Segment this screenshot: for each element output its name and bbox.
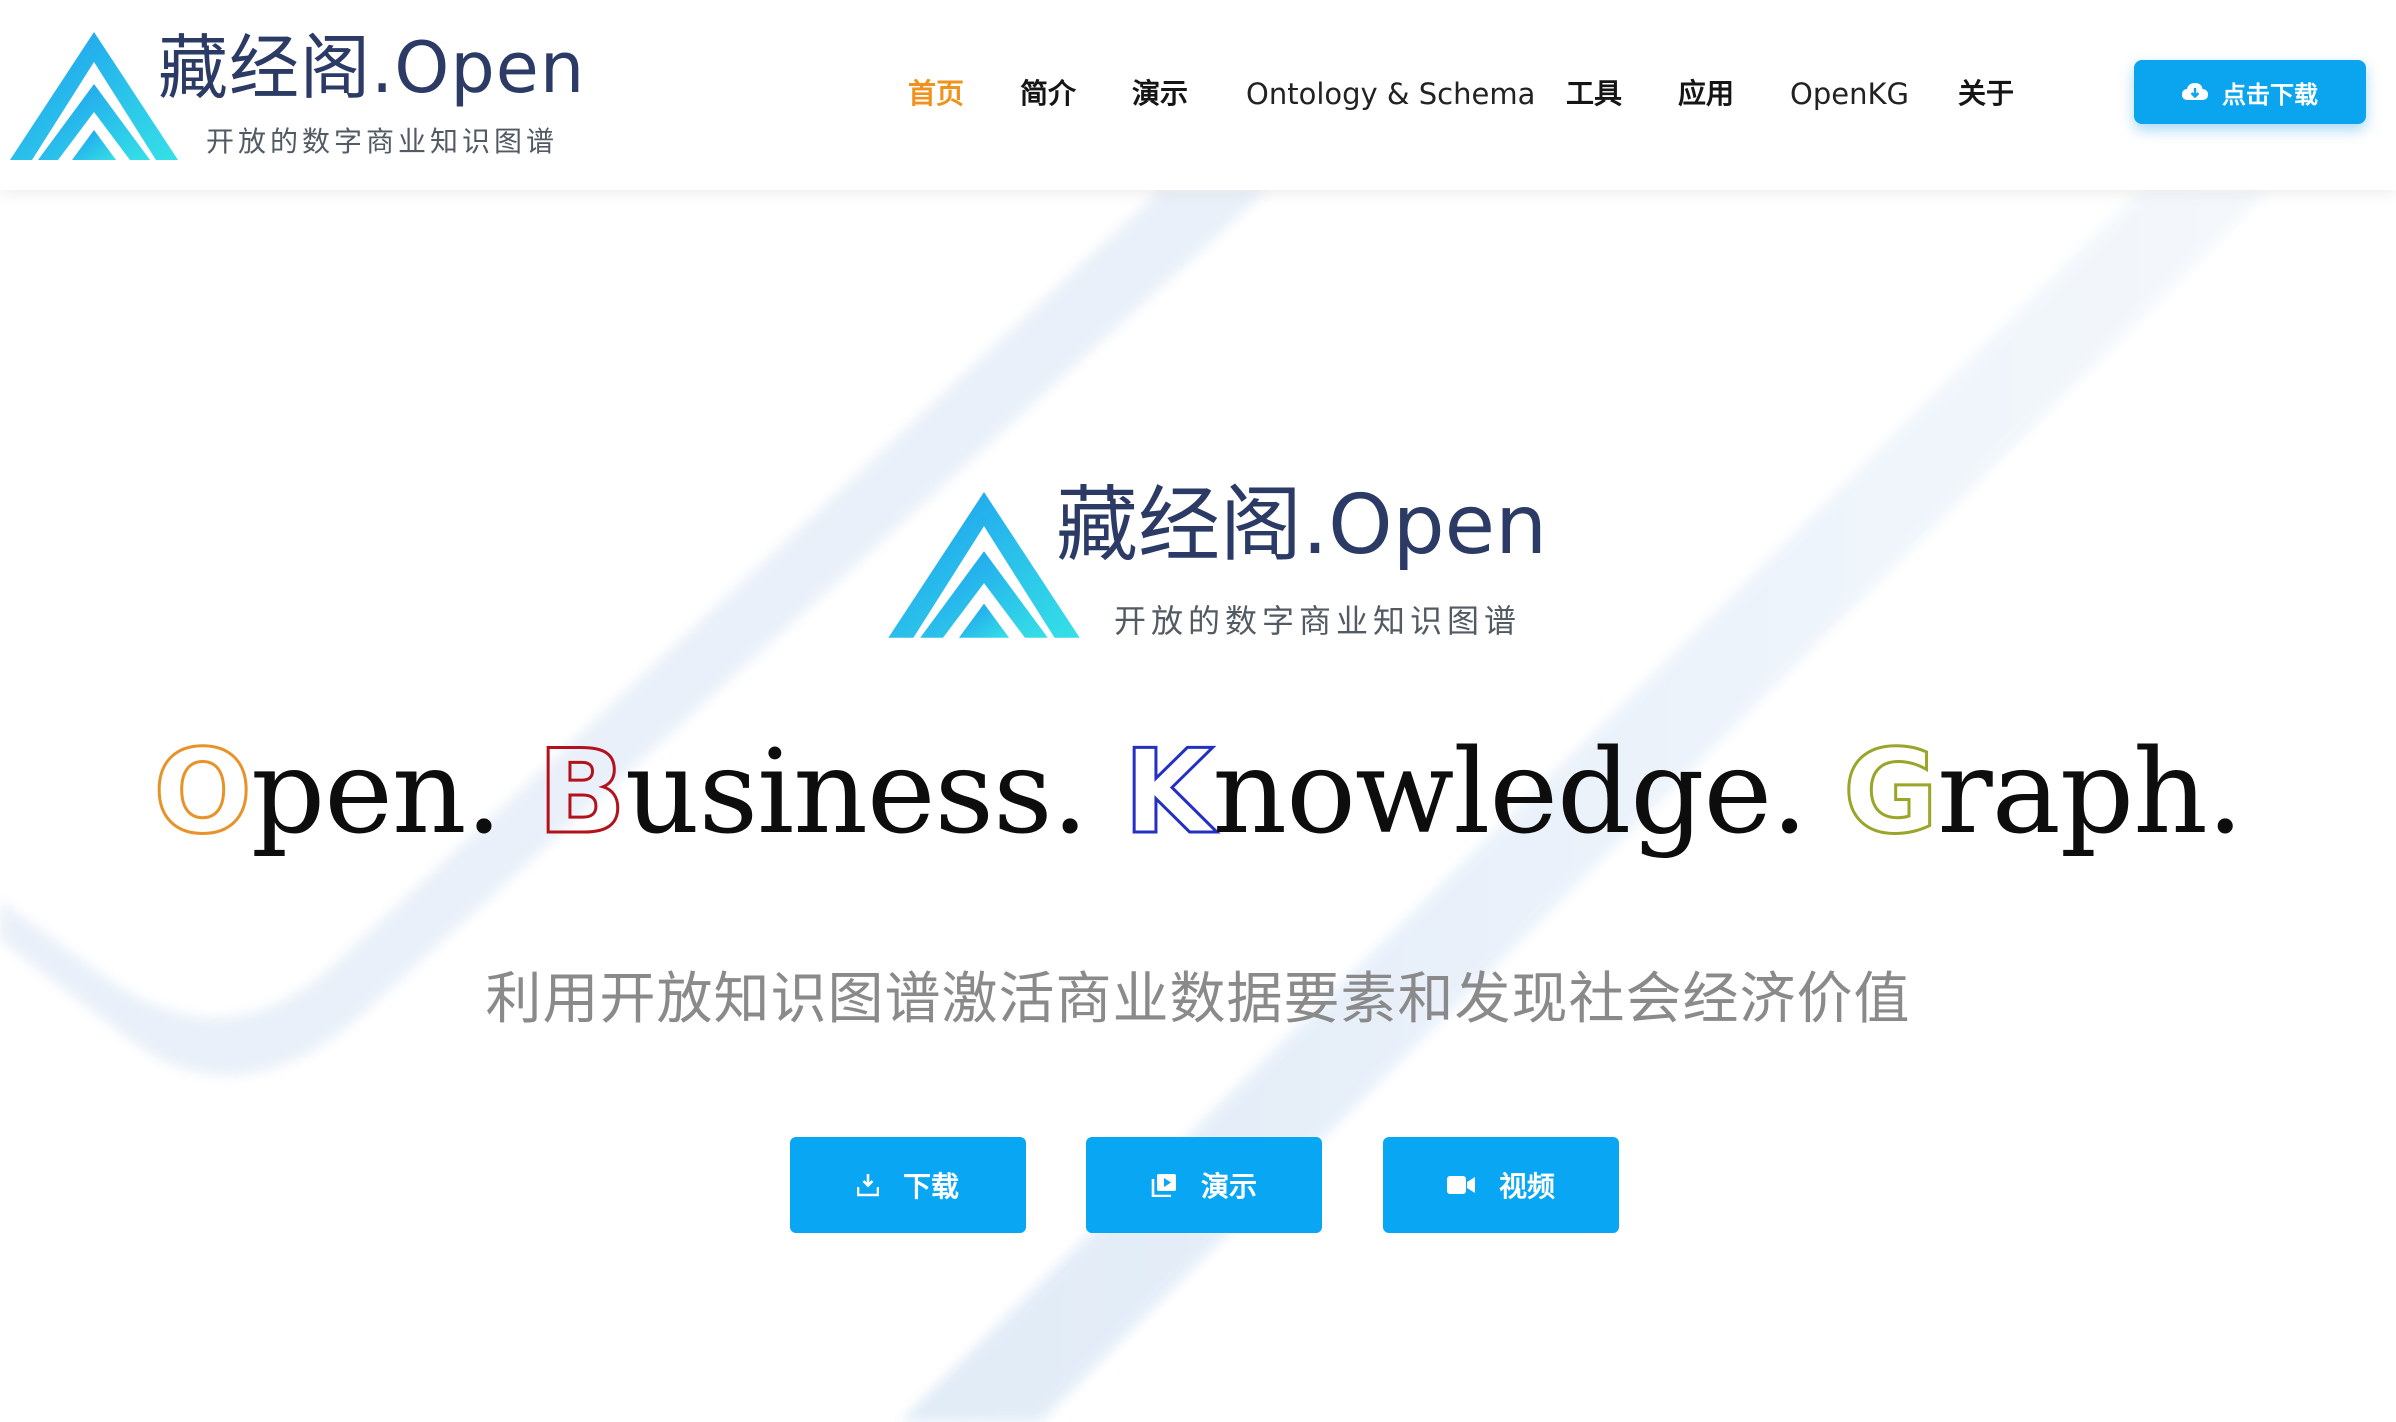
header-download-button[interactable]: 点击下载 bbox=[2134, 60, 2366, 124]
tagline-rest-graph: raph. bbox=[1937, 725, 2243, 860]
hero-demo-button[interactable]: 演示 bbox=[1086, 1137, 1322, 1233]
nav-item-about[interactable]: 关于 bbox=[1958, 72, 2014, 116]
tagline-rest-business: usiness. bbox=[624, 725, 1089, 860]
slides-icon bbox=[1151, 1174, 1176, 1197]
nav-item-applications[interactable]: 应用 bbox=[1678, 72, 1734, 116]
download-icon bbox=[856, 1174, 879, 1197]
tagline-cap-b: B bbox=[536, 724, 627, 862]
nav-item-demo[interactable]: 演示 bbox=[1132, 72, 1188, 116]
hero-logo-title-suffix: .Open bbox=[1302, 478, 1548, 573]
nav-item-tools[interactable]: 工具 bbox=[1566, 72, 1622, 116]
hero-subtitle: 利用开放知识图谱激活商业数据要素和发现社会经济价值 bbox=[485, 967, 1911, 1032]
tagline-rest-knowledge: nowledge. bbox=[1212, 725, 1808, 860]
tagline-word-graph: Graph. bbox=[1842, 718, 2244, 868]
nav-item-openkg[interactable]: OpenKG bbox=[1790, 72, 1909, 116]
site-header: 藏经阁.Open 开放的数字商业知识图谱 首页 简介 演示 Ontology &… bbox=[0, 0, 2396, 190]
hero-download-button[interactable]: 下载 bbox=[790, 1137, 1026, 1233]
video-camera-icon bbox=[1446, 1176, 1475, 1194]
tagline-word-business: Business. bbox=[536, 718, 1089, 868]
hero-demo-label: 演示 bbox=[1200, 1170, 1257, 1203]
hero-logo-title: 藏经阁.Open bbox=[1056, 466, 1547, 586]
nav-item-home[interactable]: 首页 bbox=[908, 72, 964, 116]
nav-item-intro[interactable]: 简介 bbox=[1020, 72, 1076, 116]
hero-video-button[interactable]: 视频 bbox=[1383, 1137, 1619, 1233]
tagline-cap-o: O bbox=[152, 724, 254, 862]
tagline-rest-open: pen. bbox=[250, 725, 502, 860]
header-download-label: 点击下载 bbox=[2222, 80, 2318, 109]
hero-tagline: Open. Business. Knowledge. Graph. bbox=[0, 718, 2396, 868]
hero-download-label: 下载 bbox=[902, 1170, 959, 1203]
hero-logo: 藏经阁.Open 开放的数字商业知识图谱 bbox=[886, 478, 1547, 640]
cloud-download-icon bbox=[2182, 83, 2208, 100]
main-nav: 首页 简介 演示 Ontology & Schema 工具 应用 OpenKG … bbox=[0, 0, 2100, 190]
hero-logo-title-cn: 藏经阁 bbox=[1056, 478, 1303, 573]
tagline-word-knowledge: Knowledge. bbox=[1122, 718, 1808, 868]
tagline-cap-g: G bbox=[1842, 724, 1940, 862]
tagline-word-open: Open. bbox=[152, 718, 503, 868]
nav-item-ontology-schema[interactable]: Ontology & Schema bbox=[1246, 72, 1535, 116]
hero-logo-triangle-icon bbox=[888, 492, 1080, 638]
hero-video-label: 视频 bbox=[1498, 1170, 1555, 1203]
hero-logo-subtitle: 开放的数字商业知识图谱 bbox=[1114, 602, 1522, 640]
tagline-cap-k: K bbox=[1122, 724, 1215, 862]
